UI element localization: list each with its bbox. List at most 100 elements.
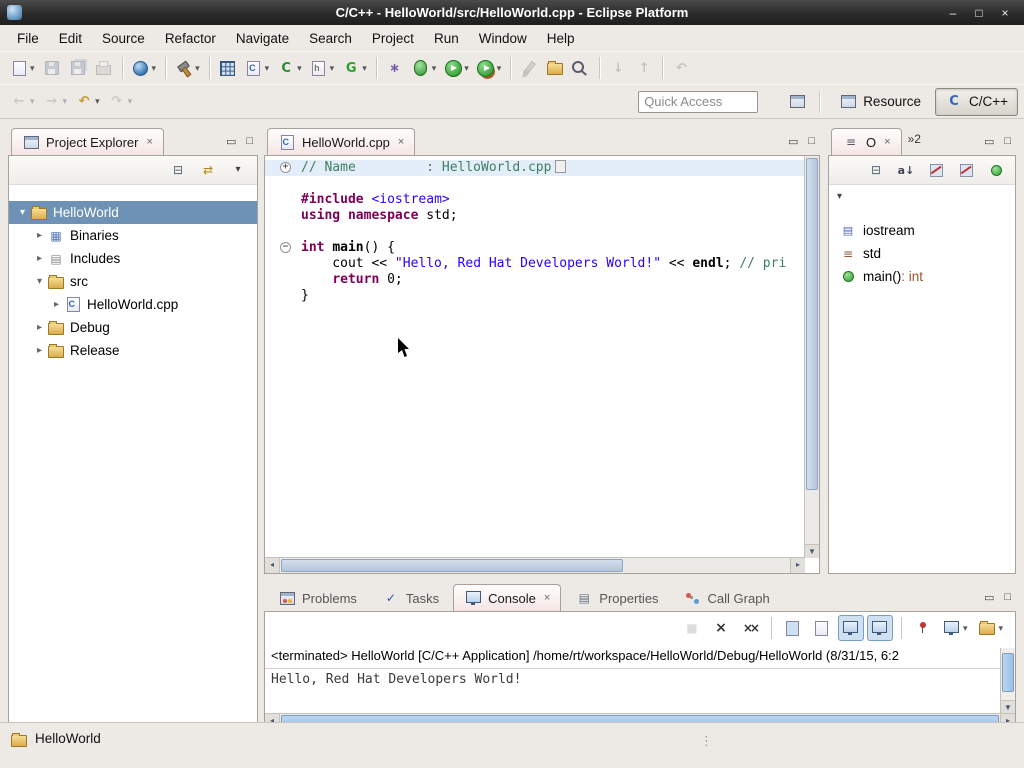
code-line[interactable]: return 0; [265,272,805,288]
minimize-view-icon[interactable]: ▭ [788,135,798,148]
close-tab-icon[interactable]: × [884,136,890,148]
close-tab-icon[interactable]: × [146,136,152,148]
tab-properties[interactable]: ▤Properties [564,584,669,611]
dropdown-arrow-icon[interactable]: ▾ [128,96,133,107]
close-tab-icon[interactable]: × [398,136,404,148]
scrollbar-thumb[interactable] [806,158,818,490]
dropdown-arrow-icon[interactable]: ▾ [432,63,437,74]
menu-run[interactable]: Run [425,28,468,49]
pin-console-button[interactable] [910,615,936,641]
index-view-button[interactable] [215,55,241,81]
tab-console[interactable]: Console× [453,584,561,611]
menu-window[interactable]: Window [470,28,536,49]
expand-arrow-icon[interactable]: ▾ [32,276,47,287]
view-menu-button[interactable]: ▾ [225,157,251,183]
view-menu-icon[interactable]: ▾ [837,191,842,202]
editor-horizontal-scrollbar[interactable]: ◂ ▸ [265,557,805,573]
tree-item-binaries[interactable]: ▸▦Binaries [9,224,257,247]
tree-item-release[interactable]: ▸Release [9,339,257,362]
maximize-window-icon[interactable]: □ [968,4,990,21]
save-button[interactable] [39,55,65,81]
dropdown-arrow-icon[interactable]: ▾ [297,63,302,74]
code-line[interactable]: using namespace std; [265,208,805,224]
outline-item-std[interactable]: ≡std [829,242,1015,265]
code-line[interactable]: +// Name : HelloWorld.cpp [265,160,805,176]
tab-problems[interactable]: Problems [267,584,368,611]
expand-arrow-icon[interactable]: ▸ [49,299,64,310]
tab-call-graph[interactable]: Call Graph [673,584,781,611]
expand-arrow-icon[interactable]: ▸ [32,322,47,333]
menu-edit[interactable]: Edit [50,28,91,49]
dropdown-arrow-icon[interactable]: ▾ [998,623,1003,634]
expand-arrow-icon[interactable]: ▸ [32,345,47,356]
menu-search[interactable]: Search [300,28,361,49]
previous-annotation-button[interactable]: ↑ [631,55,657,81]
dropdown-arrow-icon[interactable]: ▾ [30,63,35,74]
save-all-button[interactable] [65,55,91,81]
expand-arrow-icon[interactable]: ▾ [15,207,30,218]
view-stack-count[interactable]: »2 [908,132,921,146]
quick-access-input[interactable] [638,91,758,113]
folded-region-box[interactable] [555,160,566,173]
scroll-left-icon[interactable]: ◂ [265,558,280,573]
code-line[interactable]: } [265,288,805,304]
minimize-view-icon[interactable]: ▭ [984,135,994,148]
dropdown-arrow-icon[interactable]: ▾ [330,63,335,74]
scroll-down-icon[interactable]: ▼ [1001,700,1015,714]
profile-button[interactable]: ▾ [473,55,506,81]
link-with-editor-button[interactable]: ⇄ [195,157,221,183]
remove-launch-button[interactable]: × [708,615,734,641]
display-selected-console-button[interactable]: ▾ [939,615,972,641]
code-line[interactable]: #include <iostream> [265,192,805,208]
make-targets-button[interactable]: G▾ [338,55,371,81]
menu-project[interactable]: Project [363,28,423,49]
expand-arrow-icon[interactable]: ▸ [32,253,47,264]
dropdown-arrow-icon[interactable]: ▾ [95,96,100,107]
maximize-view-icon[interactable]: □ [1004,591,1011,604]
mark-occurrences-button[interactable] [516,55,542,81]
menu-source[interactable]: Source [93,28,154,49]
console-vertical-scrollbar[interactable]: ▼ [1000,648,1015,714]
menu-file[interactable]: File [8,28,48,49]
code-line[interactable] [265,224,805,240]
editor-vertical-scrollbar[interactable]: ▼ [804,156,819,558]
back-button[interactable]: ↶▾ [71,89,104,115]
open-console-button[interactable]: ▾ [974,615,1007,641]
close-tab-icon[interactable]: × [544,592,550,604]
menu-help[interactable]: Help [538,28,584,49]
clear-console-button[interactable] [809,615,835,641]
console-output[interactable]: Hello, Red Hat Developers World! [271,672,995,687]
maximize-view-icon[interactable]: □ [1004,135,1011,148]
scroll-right-icon[interactable]: ▸ [790,558,805,573]
tree-item-helloworld-cpp[interactable]: ▸CHelloWorld.cpp [9,293,257,316]
editor-code[interactable]: +// Name : HelloWorld.cpp #include <iostr… [265,156,805,558]
dropdown-arrow-icon[interactable]: ▾ [152,63,157,74]
tree-item-debug[interactable]: ▸Debug [9,316,257,339]
menu-navigate[interactable]: Navigate [227,28,298,49]
editor-body[interactable]: +// Name : HelloWorld.cpp #include <iostr… [264,155,820,574]
fold-plus-icon[interactable]: + [280,162,291,173]
dropdown-arrow-icon[interactable]: ▾ [30,96,35,107]
debug-button[interactable]: ▾ [408,55,441,81]
new-class-button[interactable]: C▾ [273,55,306,81]
hide-non-public-members-button[interactable] [983,157,1009,183]
hide-static-members-button[interactable] [953,157,979,183]
back-history-button[interactable]: ←▾ [6,89,39,115]
dropdown-arrow-icon[interactable]: ▾ [265,63,270,74]
show-stderr-button[interactable] [867,615,893,641]
tab-project-explorer[interactable]: Project Explorer × [11,128,164,155]
code-line[interactable]: cout << "Hello, Red Hat Developers World… [265,256,805,272]
dropdown-arrow-icon[interactable]: ▾ [63,96,68,107]
dropdown-arrow-icon[interactable]: ▾ [195,63,200,74]
expand-arrow-icon[interactable]: ▸ [32,230,47,241]
show-stdout-button[interactable] [838,615,864,641]
outline-item-main[interactable]: main() : int [829,265,1015,288]
tree-item-helloworld[interactable]: ▾HelloWorld [9,201,257,224]
maximize-view-icon[interactable]: □ [808,135,815,148]
close-window-icon[interactable]: × [994,4,1016,21]
search-button[interactable] [568,55,594,81]
dropdown-arrow-icon[interactable]: ▾ [963,623,968,634]
outline-item-iostream[interactable]: ▤iostream [829,219,1015,242]
code-line[interactable]: −int main() { [265,240,805,256]
perspective-cpp-button[interactable]: C C/C++ [935,88,1018,116]
